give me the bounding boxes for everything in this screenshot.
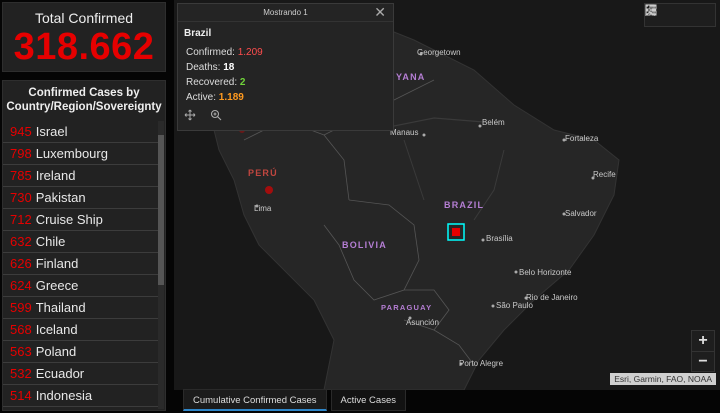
deaths-label: Deaths: — [186, 62, 221, 73]
country-name: Luxembourg — [35, 146, 108, 161]
recovered-label: Recovered: — [186, 77, 238, 88]
country-name: Ireland — [35, 168, 76, 183]
city-label-lima: Lima — [254, 204, 272, 213]
case-count: 945 — [10, 124, 32, 139]
case-count: 514 — [10, 388, 32, 403]
country-name: Pakistan — [35, 190, 86, 205]
case-count: 532 — [10, 366, 32, 381]
popup-body: Confirmed: 1.209 Deaths: 18 Recovered: 2… — [178, 39, 393, 105]
country-name: Israel — [35, 124, 68, 139]
grid-icon[interactable] — [645, 4, 715, 26]
scrollbar-thumb[interactable] — [158, 135, 164, 285]
list-item[interactable]: 599 Thailand — [3, 297, 159, 319]
country-label-paraguay: PARAGUAY — [381, 303, 433, 312]
total-confirmed-label: Total Confirmed — [34, 10, 134, 26]
zoom-to-icon[interactable] — [210, 109, 222, 124]
city-label-recife: Recife — [593, 170, 616, 179]
country-name: Finland — [35, 256, 79, 271]
country-name: Chile — [35, 234, 66, 249]
city-label-manaus: Manaus — [390, 128, 419, 137]
case-count: 599 — [10, 300, 32, 315]
confirmed-cases-panel: Confirmed Cases by Country/Region/Sovere… — [2, 80, 166, 411]
country-label-bolivia: BOLIVIA — [342, 240, 387, 250]
list-item[interactable]: 624 Greece — [3, 275, 159, 297]
list-item[interactable]: 532 Ecuador — [3, 363, 159, 385]
country-name: Ecuador — [35, 366, 85, 381]
country-label-peru: PERÚ — [248, 168, 278, 178]
tab-active-cases[interactable]: Active Cases — [330, 389, 406, 411]
cases-scrollbar[interactable] — [158, 121, 164, 409]
city-label-belo-horizonte: Belo Horizonte — [519, 268, 572, 277]
close-icon[interactable]: ✕ — [374, 4, 386, 21]
popup-tools — [184, 109, 222, 124]
case-count: 568 — [10, 322, 32, 337]
popup-title: Brazil — [184, 28, 212, 39]
city-label-georgetown: Georgetown — [417, 48, 461, 57]
recovered-value: 2 — [239, 77, 246, 88]
total-confirmed-value: 318.662 — [13, 26, 155, 68]
deaths-field: Deaths: 18 — [186, 60, 393, 75]
active-label: Active: — [186, 92, 217, 103]
list-item[interactable]: 730 Pakistan — [3, 187, 159, 209]
city-label-fortaleza: Fortaleza — [565, 134, 599, 143]
list-item[interactable]: 563 Poland — [3, 341, 159, 363]
case-count: 626 — [10, 256, 32, 271]
case-count: 730 — [10, 190, 32, 205]
case-count: 632 — [10, 234, 32, 249]
country-name: Iceland — [35, 322, 78, 337]
map-tab-bar: Cumulative Confirmed Cases Active Cases — [183, 389, 406, 411]
list-item[interactable]: 712 Cruise Ship — [3, 209, 159, 231]
active-field: Active: 1.189 — [186, 90, 393, 105]
confirmed-field: Confirmed: 1.209 — [186, 45, 393, 60]
list-item[interactable]: 945 Israel — [3, 121, 159, 143]
brazil-marker — [452, 228, 460, 236]
city-label-brasilia: Brasília — [486, 234, 513, 243]
list-item[interactable]: 568 Iceland — [3, 319, 159, 341]
zoom-controls: + − — [691, 330, 715, 372]
list-item[interactable]: 514 Indonesia — [3, 385, 159, 407]
zoom-in-button[interactable]: + — [692, 331, 714, 351]
case-count: 785 — [10, 168, 32, 183]
case-count: 798 — [10, 146, 32, 161]
case-count: 563 — [10, 344, 32, 359]
confirmed-value: 1.209 — [237, 47, 263, 58]
popup-titlebar: Mostrando 1 ✕ — [178, 4, 393, 22]
country-label-guyana: YANA — [396, 72, 426, 82]
city-label-porto-alegre: Porto Alegre — [459, 359, 504, 368]
case-count: 624 — [10, 278, 32, 293]
map-attribution: Esri, Garmin, FAO, NOAA — [610, 373, 716, 385]
list-item[interactable]: 798 Luxembourg — [3, 143, 159, 165]
move-icon[interactable] — [184, 109, 196, 124]
list-item[interactable]: 785 Ireland — [3, 165, 159, 187]
recovered-field: Recovered: 2 — [186, 75, 393, 90]
popup-feature-count: Mostrando 1 — [263, 8, 308, 17]
city-label-belem: Belém — [482, 118, 505, 127]
feature-popup: Mostrando 1 ✕ Brazil Confirmed: 1.209 De… — [177, 3, 394, 131]
country-name: Cruise Ship — [35, 212, 103, 227]
cases-list-header: Confirmed Cases by Country/Region/Sovere… — [6, 87, 162, 113]
country-name: Thailand — [35, 300, 86, 315]
country-label-brazil: BRAZIL — [444, 200, 485, 210]
cases-list: 945 Israel 798 Luxembourg 785 Ireland 730 Pa… — [3, 121, 159, 407]
list-item[interactable]: 632 Chile — [3, 231, 159, 253]
active-value: 1.189 — [218, 92, 244, 103]
map-toolbar — [644, 3, 716, 27]
deaths-value: 18 — [223, 62, 235, 73]
city-label-sao-paulo: São Paulo — [496, 301, 533, 310]
peru-marker — [265, 186, 273, 194]
tab-cumulative-confirmed[interactable]: Cumulative Confirmed Cases — [183, 389, 327, 411]
total-confirmed-panel: Total Confirmed 318.662 — [2, 2, 166, 72]
dashboard: Total Confirmed 318.662 Confirmed Cases … — [0, 0, 720, 413]
case-count: 712 — [10, 212, 32, 227]
confirmed-label: Confirmed: — [186, 47, 235, 58]
list-item[interactable]: 626 Finland — [3, 253, 159, 275]
country-name: Indonesia — [35, 388, 93, 403]
country-name: Greece — [35, 278, 79, 293]
city-label-asuncion: Asunción — [406, 318, 439, 327]
zoom-out-button[interactable]: − — [692, 351, 714, 371]
city-label-salvador: Salvador — [565, 209, 597, 218]
country-name: Poland — [35, 344, 77, 359]
list-icon[interactable] — [646, 4, 691, 26]
city-label-rio: Rio de Janeiro — [526, 293, 578, 302]
